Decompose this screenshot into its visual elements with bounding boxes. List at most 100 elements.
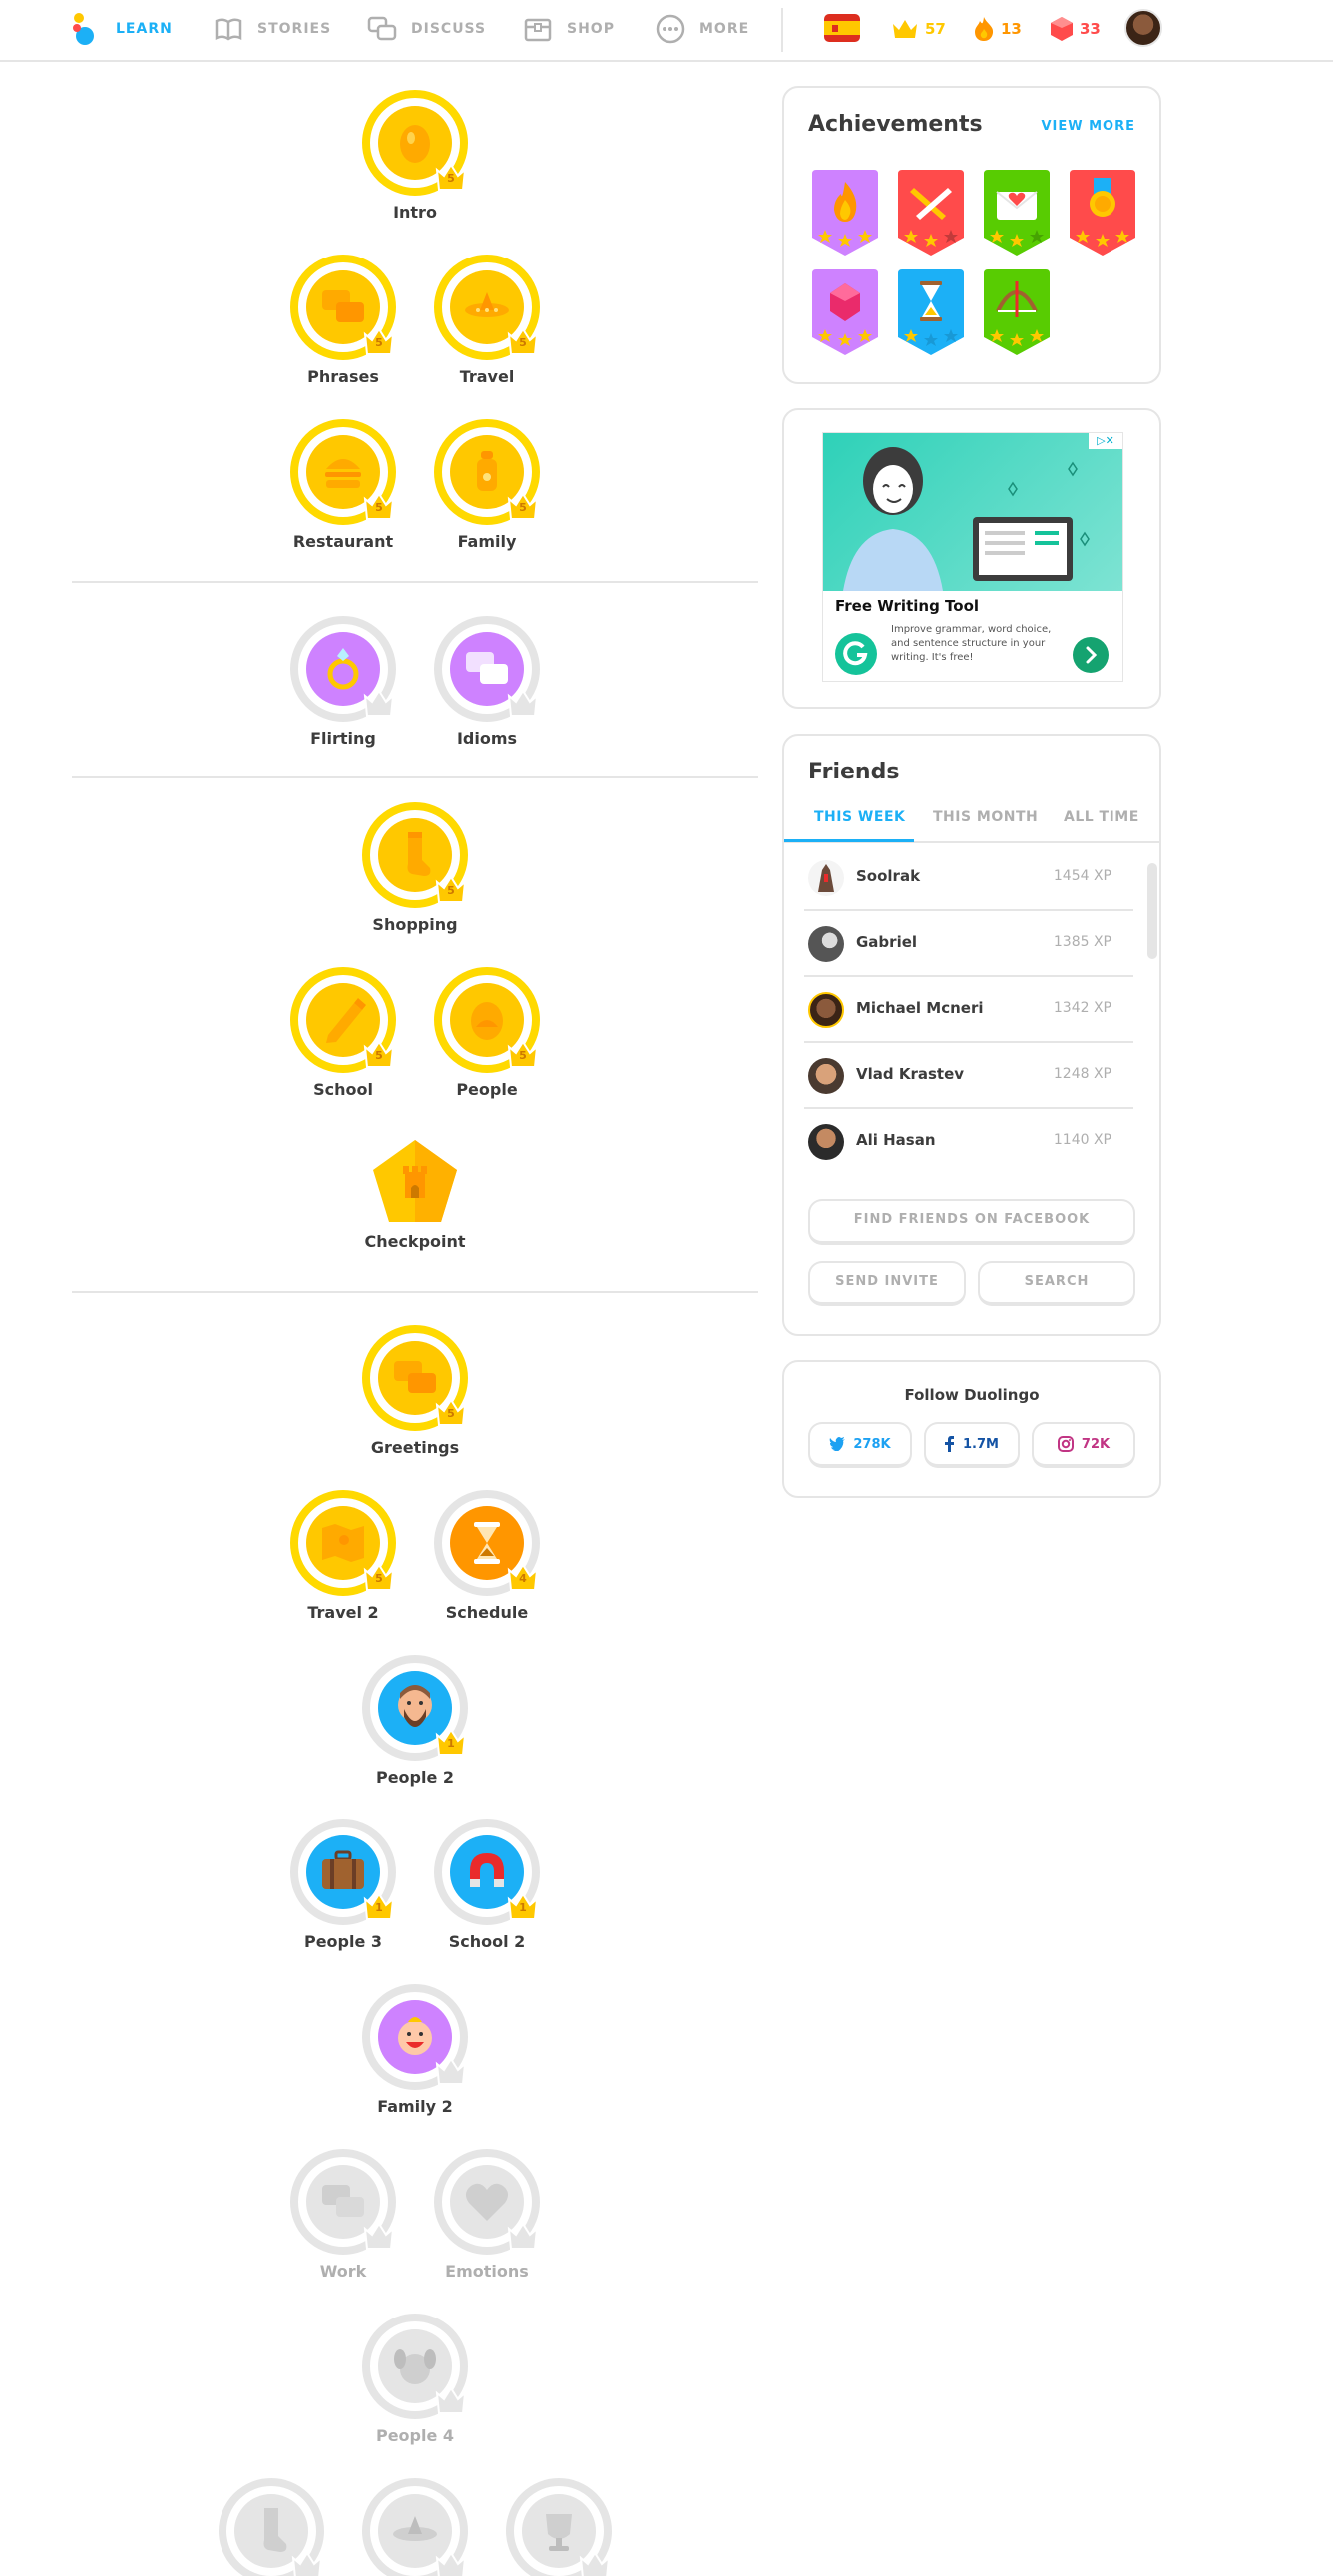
- friend-row[interactable]: Gabriel 1385 XP: [804, 911, 1133, 977]
- skill-travel[interactable]: 5 Travel: [409, 255, 559, 404]
- flame-icon: [975, 17, 994, 41]
- wildfire-badge-icon[interactable]: [808, 168, 882, 258]
- ad-illustration: [823, 433, 1122, 591]
- crown-badge-icon: [363, 2222, 395, 2250]
- skill-label: Flirting: [310, 729, 376, 748]
- skill-label: Restaurant: [292, 532, 394, 551]
- facebook-icon: [945, 1436, 955, 1452]
- section-divider: [72, 581, 758, 583]
- crowns-counter[interactable]: 57: [891, 14, 946, 44]
- gems-counter[interactable]: 33: [1050, 14, 1101, 44]
- sharpshooter-badge-icon[interactable]: [980, 267, 1054, 357]
- regal-badge-icon[interactable]: [808, 267, 882, 357]
- skill-people-2[interactable]: 1 People 2: [337, 1655, 487, 1804]
- skill-work[interactable]: Work: [265, 2149, 415, 2299]
- skill-label: People 3: [303, 1932, 383, 1951]
- friendly-badge-icon[interactable]: [980, 168, 1054, 258]
- friend-row[interactable]: Vlad Krastev 1248 XP: [804, 1043, 1133, 1109]
- skill-greetings[interactable]: 5 Greetings: [337, 1325, 487, 1475]
- shop-chest-icon: [524, 18, 552, 42]
- twitter-icon: [829, 1437, 846, 1451]
- nav-discuss[interactable]: DISCUSS: [367, 14, 486, 44]
- tab-all-time[interactable]: ALL TIME: [1064, 809, 1139, 825]
- skill-label: Idioms: [456, 729, 518, 748]
- tab-this-month[interactable]: THIS MONTH: [933, 809, 1038, 825]
- spain-flag-icon[interactable]: [824, 14, 860, 42]
- crown-level: 5: [519, 336, 527, 349]
- ad-arrow-button[interactable]: [1073, 637, 1109, 673]
- skill-locked[interactable]: [194, 2478, 343, 2576]
- ad-title: Free Writing Tool: [835, 597, 980, 615]
- follow-panel: Follow Duolingo 278K 1.7M 72K: [782, 1360, 1161, 1498]
- follow-title: Follow Duolingo: [904, 1386, 1040, 1404]
- friend-row[interactable]: Soolrak 1454 XP: [804, 845, 1133, 911]
- tab-this-week[interactable]: THIS WEEK: [814, 809, 905, 825]
- find-friends-facebook-button[interactable]: FIND FRIENDS ON FACEBOOK: [808, 1199, 1135, 1245]
- skill-label: Family: [457, 532, 517, 551]
- skill-school-2[interactable]: 1 School 2: [409, 1819, 559, 1969]
- crown-icon: [893, 20, 917, 38]
- skill-travel-2[interactable]: 5 Travel 2: [265, 1490, 415, 1640]
- skill-shopping[interactable]: 5 Shopping: [337, 802, 487, 952]
- skill-locked[interactable]: [481, 2478, 631, 2576]
- nav-shop-label: SHOP: [567, 21, 615, 37]
- skill-family-2[interactable]: Family 2: [337, 1984, 487, 2134]
- streak-counter[interactable]: 13: [973, 14, 1022, 44]
- friend-row[interactable]: Ali Hasan 1140 XP: [804, 1109, 1133, 1175]
- nav-shop[interactable]: SHOP: [523, 14, 615, 44]
- skill-restaurant[interactable]: 5 Restaurant: [265, 419, 415, 569]
- sage-badge-icon[interactable]: [894, 168, 968, 258]
- champion-badge-icon[interactable]: [1066, 168, 1139, 258]
- skill-label: People: [456, 1080, 518, 1099]
- facebook-follow-button[interactable]: 1.7M: [924, 1422, 1020, 1468]
- skill-schedule[interactable]: 4 Schedule: [409, 1490, 559, 1640]
- friend-avatar: [808, 1124, 844, 1160]
- advertisement[interactable]: ▷✕ Free Writing Tool Improve grammar, wo…: [822, 432, 1123, 682]
- view-more-link[interactable]: VIEW MORE: [1041, 119, 1135, 134]
- nav-stories[interactable]: STORIES: [214, 14, 331, 44]
- nav-more-label: MORE: [699, 21, 750, 37]
- user-avatar[interactable]: [1124, 9, 1162, 47]
- friend-row[interactable]: Michael Mcneri 1342 XP: [804, 977, 1133, 1043]
- friend-avatar: [808, 926, 844, 962]
- skill-people[interactable]: 5 People: [409, 967, 559, 1117]
- crown-level: 5: [375, 336, 383, 349]
- skill-family[interactable]: 5 Family: [409, 419, 559, 569]
- achievements-title: Achievements: [808, 112, 983, 137]
- checkpoint[interactable]: Checkpoint: [335, 1138, 495, 1268]
- crown-level: 5: [447, 884, 455, 897]
- crown-level: 5: [447, 172, 455, 185]
- photogenic-badge-icon[interactable]: [894, 267, 968, 357]
- skill-people-3[interactable]: 1 People 3: [265, 1819, 415, 1969]
- nav-more[interactable]: MORE: [656, 14, 749, 44]
- skill-phrases[interactable]: 5 Phrases: [265, 255, 415, 404]
- twitter-follow-button[interactable]: 278K: [808, 1422, 912, 1468]
- skill-locked[interactable]: [337, 2478, 487, 2576]
- ad-choices-icon[interactable]: ▷✕: [1089, 433, 1122, 449]
- crown-level: 5: [519, 501, 527, 514]
- skill-flirting[interactable]: Flirting: [265, 616, 415, 766]
- instagram-follow-button[interactable]: 72K: [1032, 1422, 1135, 1468]
- friend-avatar: [808, 1058, 844, 1094]
- gems-count: 33: [1080, 20, 1101, 38]
- crown-badge-icon: [507, 2222, 539, 2250]
- skill-tree: 5 Intro 5 Phrases 5 Travel 5 Restaurant …: [0, 62, 778, 2576]
- skill-intro[interactable]: 5 Intro: [337, 90, 487, 240]
- duolingo-logo-icon[interactable]: [72, 12, 98, 46]
- crown-level: 1: [519, 1901, 527, 1914]
- nav-stories-label: STORIES: [257, 21, 332, 37]
- gem-icon: [1051, 17, 1073, 41]
- send-invite-button[interactable]: SEND INVITE: [808, 1261, 966, 1306]
- skill-people-4[interactable]: People 4: [337, 2314, 487, 2463]
- ad-panel: ▷✕ Free Writing Tool Improve grammar, wo…: [782, 408, 1161, 709]
- skill-idioms[interactable]: Idioms: [409, 616, 559, 766]
- skill-emotions[interactable]: Emotions: [409, 2149, 559, 2299]
- skill-label: Travel 2: [307, 1603, 379, 1622]
- friend-name: Michael Mcneri: [856, 999, 984, 1017]
- crown-level: 5: [375, 1572, 383, 1585]
- friends-scrollbar[interactable]: [1147, 863, 1157, 959]
- crown-badge-icon: [291, 2551, 323, 2576]
- skill-school[interactable]: 5 School: [265, 967, 415, 1117]
- nav-learn[interactable]: LEARN: [116, 14, 173, 44]
- search-friends-button[interactable]: SEARCH: [978, 1261, 1135, 1306]
